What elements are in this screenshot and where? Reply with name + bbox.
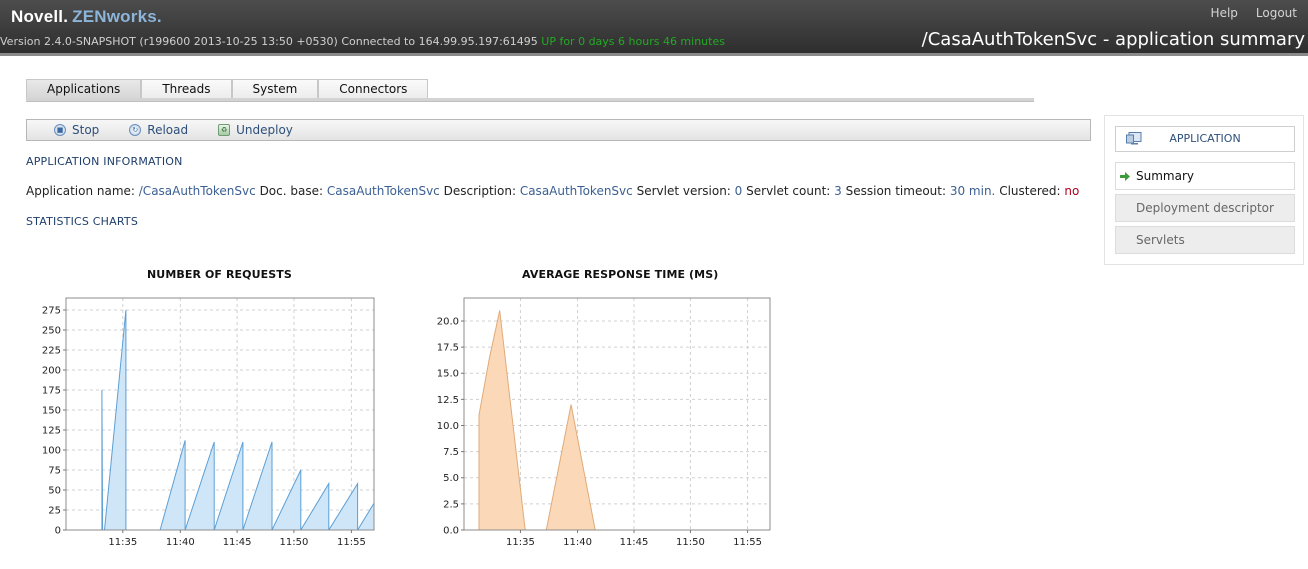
stop-button[interactable]: ■ Stop	[54, 123, 99, 137]
requests-ytick-label: 150	[42, 406, 61, 417]
statistics-charts-heading: STATISTICS CHARTS	[26, 215, 139, 228]
clustered-label: Clustered:	[999, 184, 1061, 198]
description-label: Description:	[443, 184, 516, 198]
undeploy-button[interactable]: ♻ Undeploy	[218, 123, 293, 137]
servlet-version-label: Servlet version:	[636, 184, 731, 198]
requests-xtick-label: 11:35	[108, 537, 137, 548]
nav-summary-label: Summary	[1136, 169, 1194, 183]
requests-ytick-label: 50	[48, 486, 61, 497]
response-xtick-label: 11:45	[620, 537, 649, 548]
requests-ytick-label: 125	[42, 426, 61, 437]
tab-system[interactable]: System	[231, 79, 319, 99]
trash-icon: ♻	[218, 124, 231, 136]
reload-label: Reload	[147, 123, 189, 137]
requests-ytick-label: 225	[42, 346, 61, 357]
requests-ytick-label: 250	[42, 326, 61, 337]
requests-ytick-label: 75	[48, 466, 61, 477]
nav-deployment-descriptor-label: Deployment descriptor	[1136, 201, 1274, 215]
panel-header: APPLICATION	[1115, 126, 1295, 152]
requests-chart: 0 25 50 75 100 125 150 175 200 225 250 275 11:35 11:4…	[42, 297, 375, 548]
clustered-value: no	[1064, 184, 1080, 198]
response-xtick-label: 11:35	[506, 537, 535, 548]
uptime-text: UP for 0 days 6 hours 46 minutes	[541, 35, 725, 48]
response-xtick-label: 11:55	[733, 537, 762, 548]
tab-underline	[26, 98, 1034, 102]
stop-label: Stop	[72, 123, 100, 137]
main-tabs: Applications Threads System Connectors	[26, 79, 429, 99]
response-ytick-label: 5.0	[443, 473, 459, 484]
version-text: Version 2.4.0-SNAPSHOT (r199600 2013-10-…	[0, 35, 538, 48]
tab-applications[interactable]: Applications	[26, 79, 142, 99]
response-chart-title: AVERAGE RESPONSE TIME (MS)	[522, 268, 719, 281]
application-side-panel: APPLICATION Summary Deployment descripto…	[1104, 115, 1304, 265]
servlet-count-label: Servlet count:	[746, 184, 831, 198]
action-toolbar: ■ Stop ↻ Reload ♻ Undeploy	[26, 119, 1091, 141]
top-links: Help Logout	[1193, 6, 1297, 20]
name-value: /CasaAuthTokenSvc	[138, 184, 256, 198]
nav-summary[interactable]: Summary	[1115, 162, 1295, 190]
computer-icon	[1126, 132, 1142, 145]
stop-icon: ■	[54, 124, 66, 136]
version-status: Version 2.4.0-SNAPSHOT (r199600 2013-10-…	[0, 35, 725, 48]
brand-primary: Novell.	[11, 7, 69, 26]
requests-ytick-label: 200	[42, 366, 61, 377]
requests-xtick-label: 11:55	[337, 537, 366, 548]
tab-connectors[interactable]: Connectors	[318, 79, 429, 99]
response-ytick-label: 10.0	[437, 421, 459, 432]
reload-button[interactable]: ↻ Reload	[129, 123, 188, 137]
response-ytick-label: 0.0	[443, 526, 459, 537]
brand-logo: Novell. ZENworks.	[11, 7, 162, 27]
help-link[interactable]: Help	[1211, 6, 1238, 20]
arrow-right-icon	[1120, 172, 1130, 181]
servlet-version-value: 0	[734, 184, 743, 198]
response-xtick-label: 11:50	[676, 537, 705, 548]
undeploy-label: Undeploy	[236, 123, 293, 137]
tab-threads[interactable]: Threads	[141, 79, 232, 99]
requests-ytick-label: 175	[42, 386, 61, 397]
application-info-heading: APPLICATION INFORMATION	[26, 155, 183, 168]
nav-servlets-label: Servlets	[1136, 233, 1185, 247]
response-ytick-label: 17.5	[437, 343, 459, 354]
response-ytick-label: 12.5	[437, 395, 459, 406]
name-label: Application name:	[26, 184, 135, 198]
requests-xtick-label: 11:40	[166, 537, 195, 548]
session-timeout-value: 30 min.	[949, 184, 996, 198]
requests-chart-title: NUMBER OF REQUESTS	[147, 268, 292, 281]
response-xtick-label: 11:40	[563, 537, 592, 548]
requests-xtick-label: 11:45	[223, 537, 252, 548]
response-ytick-label: 7.5	[443, 447, 459, 458]
brand-secondary: ZENworks.	[72, 7, 162, 26]
docbase-label: Doc. base:	[259, 184, 324, 198]
app-header: Novell. ZENworks. Version 2.4.0-SNAPSHOT …	[0, 0, 1308, 56]
nav-servlets[interactable]: Servlets	[1115, 226, 1295, 254]
response-ytick-label: 15.0	[437, 369, 459, 380]
panel-header-label: APPLICATION	[1169, 132, 1241, 145]
response-time-chart: 0.0 2.5 5.0 7.5 10.0 12.5 15.0 17.5 20.0 11:35 11:…	[437, 297, 771, 548]
description-value: CasaAuthTokenSvc	[519, 184, 633, 198]
reload-icon: ↻	[129, 124, 142, 136]
logout-link[interactable]: Logout	[1256, 6, 1297, 20]
requests-xtick-label: 11:50	[280, 537, 309, 548]
application-info-line: Application name: /CasaAuthTokenSvc Doc.…	[26, 184, 1079, 198]
page-title: /CasaAuthTokenSvc - application summary	[921, 29, 1305, 50]
requests-ytick-label: 25	[48, 506, 61, 517]
requests-ytick-label: 275	[42, 306, 61, 317]
nav-deployment-descriptor[interactable]: Deployment descriptor	[1115, 194, 1295, 222]
servlet-count-value: 3	[834, 184, 842, 198]
requests-ytick-label: 0	[55, 526, 61, 537]
response-ytick-label: 2.5	[443, 499, 459, 510]
response-ytick-label: 20.0	[437, 316, 459, 327]
docbase-value: CasaAuthTokenSvc	[326, 184, 440, 198]
requests-ytick-label: 100	[42, 446, 61, 457]
session-timeout-label: Session timeout:	[845, 184, 947, 198]
